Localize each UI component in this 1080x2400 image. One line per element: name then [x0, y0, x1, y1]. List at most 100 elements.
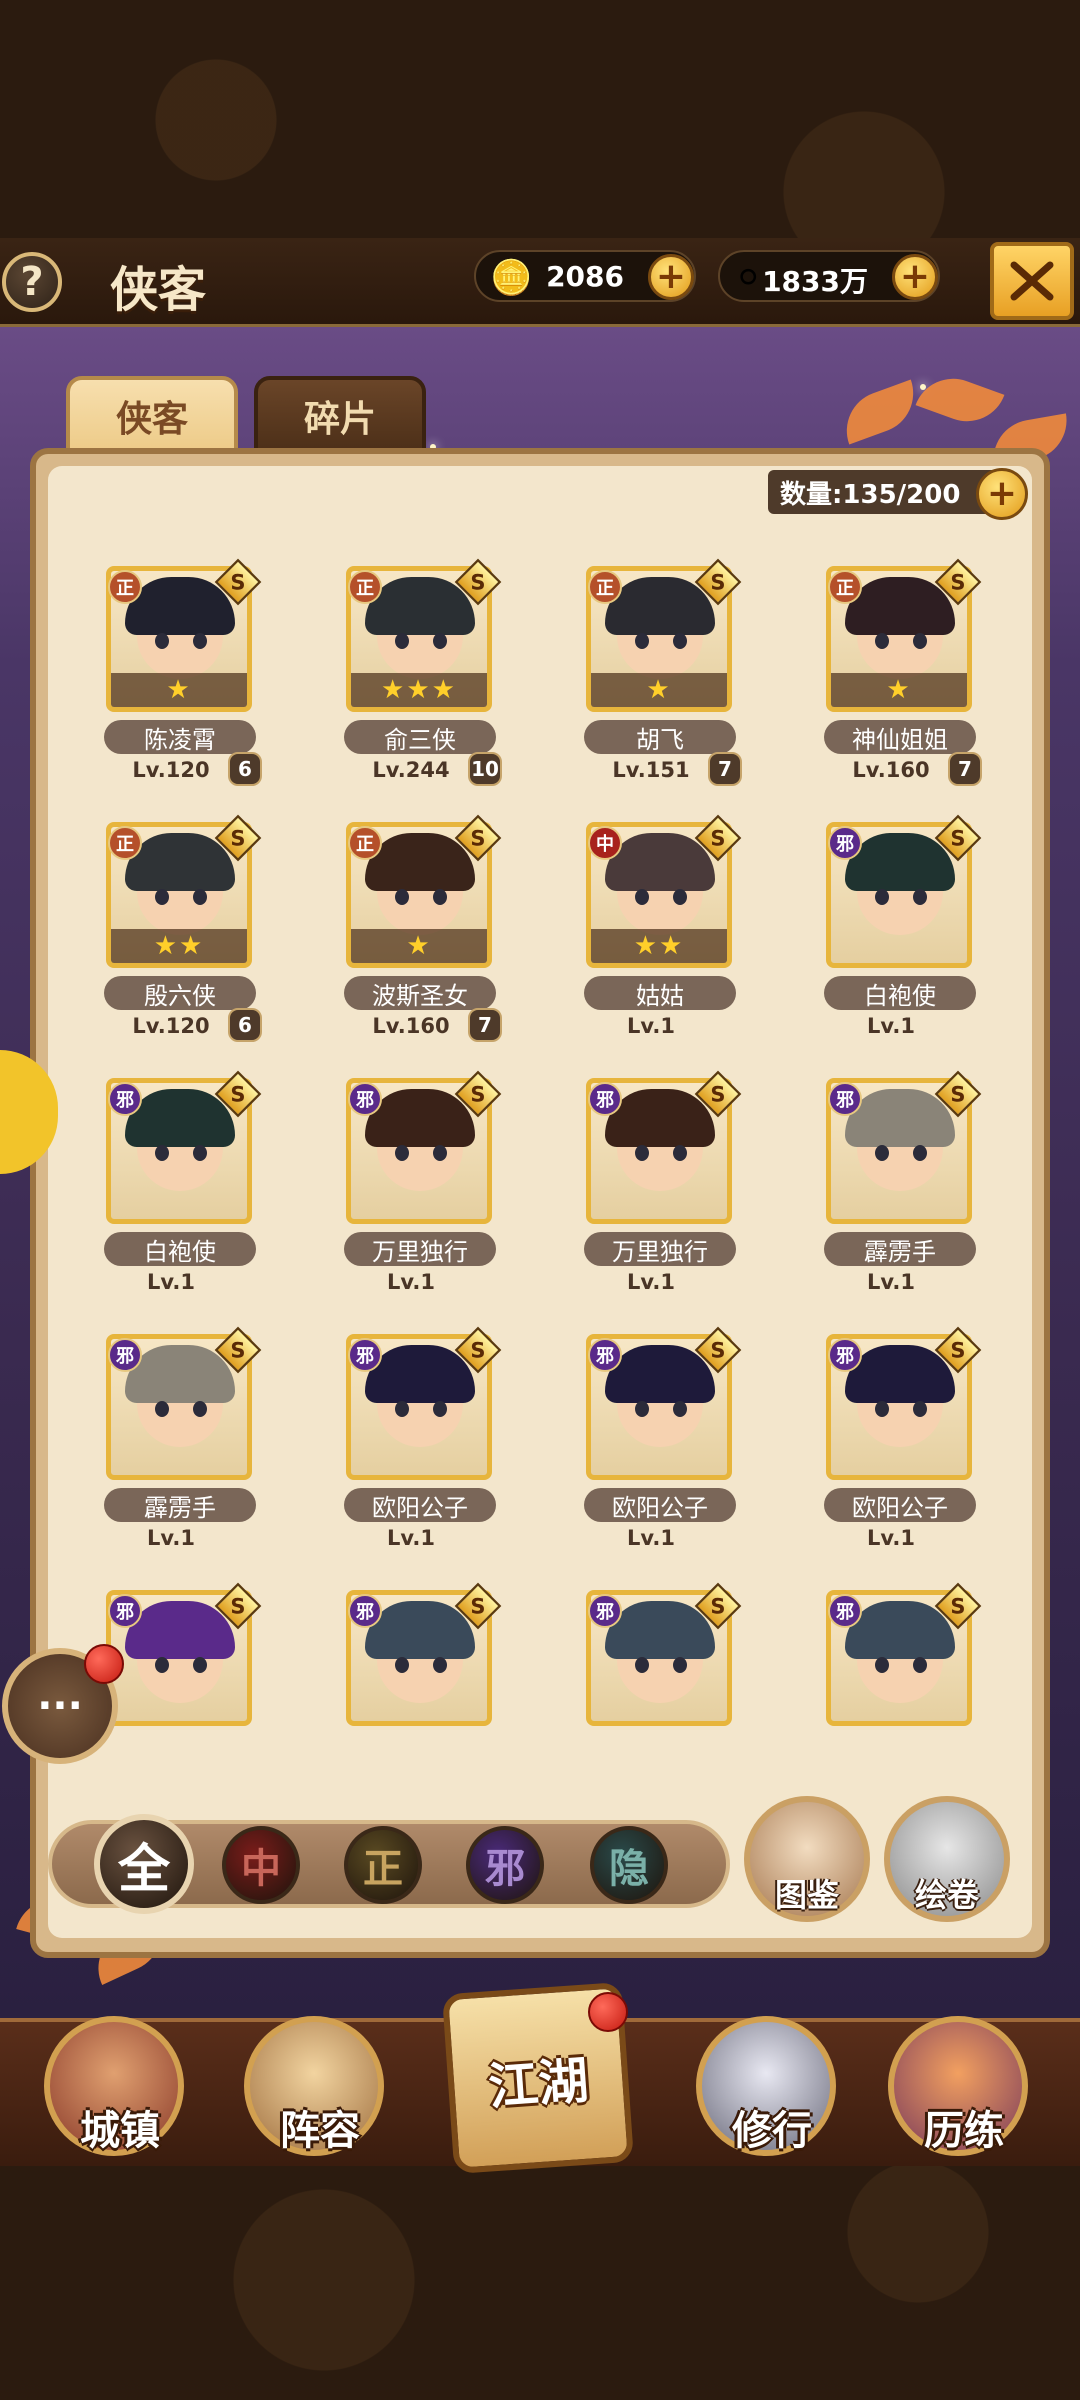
expand-roster-button[interactable]: +	[976, 468, 1028, 520]
hero-level: Lv.1	[867, 1526, 915, 1550]
faction-badge: 邪	[108, 1594, 142, 1628]
star-rating: ★	[591, 673, 727, 707]
scroll-button[interactable]: 绘卷	[884, 1796, 1010, 1922]
hero-card[interactable]: 邪 S	[792, 1582, 992, 1830]
hero-name: 波斯圣女	[344, 976, 496, 1010]
hero-card[interactable]: 邪 S 欧阳公子 Lv.1	[552, 1326, 752, 1574]
gold-amount: 2086	[546, 260, 624, 293]
hero-eye	[875, 633, 889, 649]
faction-badge: 邪	[828, 1338, 862, 1372]
hero-card[interactable]: ★★ 中 S 姑姑 Lv.1	[552, 814, 752, 1062]
nav-lineup[interactable]: 阵容	[244, 2016, 384, 2156]
hero-card[interactable]: 邪 S 欧阳公子 Lv.1	[312, 1326, 512, 1574]
hero-eye	[635, 1145, 649, 1161]
filter-2-button[interactable]: 正	[344, 1826, 422, 1904]
star-rating: ★★	[111, 929, 247, 963]
hero-level: Lv.160	[372, 1014, 450, 1038]
silver-ingot-icon: ⚪	[734, 258, 763, 298]
faction-badge: 邪	[108, 1338, 142, 1372]
hero-grade: 7	[708, 752, 742, 786]
hero-eye	[433, 1401, 447, 1417]
star-rating: ★★★	[351, 673, 487, 707]
add-gold-button[interactable]: +	[648, 254, 694, 300]
hero-eye	[635, 633, 649, 649]
hero-card[interactable]: 邪 S	[312, 1582, 512, 1830]
hero-eye	[673, 1657, 687, 1673]
nav-town-label: 城镇	[80, 2107, 160, 2154]
filter-0-button[interactable]: 全	[94, 1814, 194, 1914]
hero-name: 万里独行	[344, 1232, 496, 1266]
faction-badge: 邪	[828, 1082, 862, 1116]
tab-heroes[interactable]: 侠客	[66, 376, 238, 456]
rank-label: S	[950, 1593, 966, 1619]
rank-label: S	[950, 1081, 966, 1107]
hero-card[interactable]: 邪 S 白袍使 Lv.1	[72, 1070, 272, 1318]
hero-eye	[875, 1657, 889, 1673]
hero-card[interactable]: ★ 正 S 神仙姐姐 Lv.160 7	[792, 558, 992, 806]
hero-name: 姑姑	[584, 976, 736, 1010]
hero-grade: 6	[228, 1008, 262, 1042]
hero-eye	[433, 633, 447, 649]
filter-4-button[interactable]: 隐	[590, 1826, 668, 1904]
hero-card[interactable]: ★★ 正 S 殷六侠 Lv.120 6	[72, 814, 272, 1062]
hero-grade: 7	[948, 752, 982, 786]
hero-eye	[673, 633, 687, 649]
hero-eye	[193, 633, 207, 649]
nav-town[interactable]: 城镇	[44, 2016, 184, 2156]
filter-1-button[interactable]: 中	[222, 1826, 300, 1904]
faction-badge: 邪	[828, 826, 862, 860]
faction-badge: 邪	[108, 1082, 142, 1116]
hero-level: Lv.1	[867, 1270, 915, 1294]
hero-name: 欧阳公子	[584, 1488, 736, 1522]
hero-card[interactable]: ★★★ 正 S 俞三侠 Lv.244 10	[312, 558, 512, 806]
close-button[interactable]	[990, 242, 1074, 320]
hero-eye	[193, 889, 207, 905]
add-silver-button[interactable]: +	[892, 254, 938, 300]
hero-eye	[395, 633, 409, 649]
hero-eye	[395, 889, 409, 905]
hero-name: 白袍使	[824, 976, 976, 1010]
hero-eye	[395, 1401, 409, 1417]
help-icon: ?	[20, 259, 44, 305]
handbook-button[interactable]: 图鉴	[744, 1796, 870, 1922]
faction-badge: 正	[828, 570, 862, 604]
rank-label: S	[710, 1337, 726, 1363]
hero-level: Lv.1	[387, 1270, 435, 1294]
hero-card[interactable]: 邪 S 万里独行 Lv.1	[312, 1070, 512, 1318]
rank-label: S	[710, 1593, 726, 1619]
hero-eye	[155, 1401, 169, 1417]
hero-level: Lv.1	[387, 1526, 435, 1550]
filter-3-button[interactable]: 邪	[466, 1826, 544, 1904]
hero-card[interactable]: ★ 正 S 胡飞 Lv.151 7	[552, 558, 752, 806]
hero-name: 欧阳公子	[824, 1488, 976, 1522]
page-title: 侠客	[110, 262, 207, 318]
roster-count: 数量:135/200	[768, 470, 1008, 514]
hero-eye	[635, 889, 649, 905]
rank-label: S	[230, 1337, 246, 1363]
hero-eye	[193, 1401, 207, 1417]
rank-label: S	[470, 1081, 486, 1107]
hero-card[interactable]: 邪 S	[552, 1582, 752, 1830]
hero-level: Lv.1	[867, 1014, 915, 1038]
star-rating: ★	[831, 673, 967, 707]
hero-card[interactable]: ★ 正 S 波斯圣女 Lv.160 7	[312, 814, 512, 1062]
hero-card[interactable]: 邪 S 万里独行 Lv.1	[552, 1070, 752, 1318]
hero-eye	[433, 889, 447, 905]
hero-eye	[673, 889, 687, 905]
nav-training[interactable]: 修行	[696, 2016, 836, 2156]
hero-card[interactable]: 邪 S 霹雳手 Lv.1	[792, 1070, 992, 1318]
hero-card[interactable]: 邪 S 霹雳手 Lv.1	[72, 1326, 272, 1574]
nav-trials[interactable]: 历练	[888, 2016, 1028, 2156]
hero-level: Lv.151	[612, 758, 690, 782]
silver-amount: 1833万	[762, 265, 868, 298]
hero-card[interactable]: 邪 S 欧阳公子 Lv.1	[792, 1326, 992, 1574]
rank-label: S	[950, 1337, 966, 1363]
hero-card[interactable]: ★ 正 S 陈凌霄 Lv.120 6	[72, 558, 272, 806]
hero-card[interactable]: 邪 S 白袍使 Lv.1	[792, 814, 992, 1062]
tab-fragments[interactable]: 碎片	[254, 376, 426, 456]
hero-eye	[193, 1145, 207, 1161]
hero-eye	[635, 1657, 649, 1673]
help-button[interactable]: ?	[2, 252, 62, 312]
star-rating: ★	[111, 673, 247, 707]
hero-eye	[433, 1657, 447, 1673]
